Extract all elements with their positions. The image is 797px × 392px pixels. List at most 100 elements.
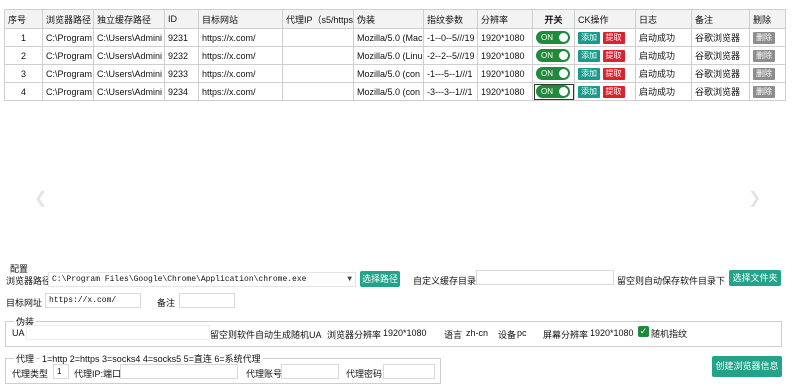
ua-input[interactable] (26, 325, 210, 340)
on-off-toggle[interactable]: ON (536, 85, 570, 98)
select-path-button[interactable]: 选择路径 (360, 271, 400, 287)
proxy-group-title: 代理 (14, 352, 37, 365)
col-header-ck[interactable]: CK操作 (574, 9, 636, 29)
cell-ua[interactable]: Mozilla/5.0 (con (353, 64, 424, 83)
chevron-left-icon[interactable]: ❮ (34, 188, 47, 208)
delete-button[interactable]: 删除 (753, 67, 775, 80)
cell-ua[interactable]: Mozilla/5.0 (Linu (353, 46, 424, 65)
cell-cache-path[interactable]: C:\Users\Admini (93, 46, 165, 65)
fetch-ck-button[interactable]: 提取 (602, 85, 625, 98)
cell-fingerprint[interactable]: -3---3--1///1 (423, 82, 478, 101)
proxy-account-label: 代理账号 (246, 369, 283, 379)
col-header-resolution[interactable]: 分辨率 (477, 9, 533, 29)
chevron-down-icon[interactable]: ▼ (347, 273, 352, 286)
toggle-label: ON (541, 87, 553, 96)
random-fp-checkbox[interactable]: ✓ (638, 326, 649, 337)
col-header-delete[interactable]: 删除 (749, 9, 786, 29)
toggle-label: ON (541, 69, 553, 78)
create-browser-button[interactable]: 创建浏览器信息 (712, 356, 782, 377)
add-ck-button[interactable]: 添加 (578, 85, 600, 98)
add-ck-button[interactable]: 添加 (578, 31, 600, 44)
cell-ua[interactable]: Mozilla/5.0 (con (353, 82, 424, 101)
col-header-browser-path[interactable]: 浏览器路径 (42, 9, 94, 29)
fetch-ck-button[interactable]: 提取 (602, 67, 625, 80)
screen-res-value[interactable]: 1920*1080 (590, 328, 634, 338)
select-folder-button[interactable]: 选择文件夹 (729, 270, 781, 286)
on-off-toggle[interactable]: ON (536, 67, 570, 80)
remark-input[interactable] (179, 293, 235, 308)
cell-resolution[interactable]: 1920*1080 (477, 64, 533, 83)
custom-cache-input[interactable] (476, 270, 614, 285)
cell-cache-path[interactable]: C:\Users\Admini (93, 64, 165, 83)
cell-target-site[interactable]: https://x.com/ (198, 28, 283, 47)
cell-remark[interactable]: 谷歌浏览器 (691, 46, 750, 65)
fetch-ck-button[interactable]: 提取 (602, 49, 625, 62)
cell-fingerprint[interactable]: -2--2--5///19 (423, 46, 478, 65)
proxy-ip-input[interactable] (120, 364, 238, 379)
cell-fingerprint[interactable]: -1--0--5///19 (423, 28, 478, 47)
cell-target-site[interactable]: https://x.com/ (198, 46, 283, 65)
cell-proxy[interactable] (282, 28, 354, 47)
delete-button[interactable]: 删除 (753, 49, 775, 62)
cell-browser-path[interactable]: C:\Program (42, 46, 94, 65)
col-header-id[interactable]: ID (164, 9, 199, 29)
delete-button[interactable]: 删除 (753, 31, 775, 44)
cell-id[interactable]: 9231 (164, 28, 199, 47)
cell-fingerprint[interactable]: -1---5--1///1 (423, 64, 478, 83)
screen-res-label: 屏幕分辨率 (543, 330, 589, 340)
col-header-no[interactable]: 序号 (4, 9, 43, 29)
fetch-ck-button[interactable]: 提取 (602, 31, 625, 44)
cell-remark[interactable]: 谷歌浏览器 (691, 64, 750, 83)
cell-id[interactable]: 9234 (164, 82, 199, 101)
table-row[interactable]: 4 C:\Program C:\Users\Admini 9234 https:… (4, 82, 786, 101)
cell-proxy[interactable] (282, 46, 354, 65)
cell-remark[interactable]: 谷歌浏览器 (691, 28, 750, 47)
cell-proxy[interactable] (282, 82, 354, 101)
col-header-switch[interactable]: 开关 (532, 9, 575, 29)
add-ck-button[interactable]: 添加 (578, 49, 600, 62)
cell-resolution[interactable]: 1920*1080 (477, 82, 533, 101)
cell-cache-path[interactable]: C:\Users\Admini (93, 82, 165, 101)
cell-target-site[interactable]: https://x.com/ (198, 64, 283, 83)
cell-delete: 删除 (749, 28, 786, 47)
cell-resolution[interactable]: 1920*1080 (477, 28, 533, 47)
cell-log: 启动成功 (635, 82, 692, 101)
table-row[interactable]: 3 C:\Program C:\Users\Admini 9233 https:… (4, 64, 786, 83)
table-row[interactable]: 2 C:\Program C:\Users\Admini 9232 https:… (4, 46, 786, 65)
cell-id[interactable]: 9233 (164, 64, 199, 83)
cell-browser-path[interactable]: C:\Program (42, 64, 94, 83)
cell-cache-path[interactable]: C:\Users\Admini (93, 28, 165, 47)
table-row[interactable]: 1 C:\Program C:\Users\Admini 9231 https:… (4, 28, 786, 47)
device-value[interactable]: pc (517, 328, 527, 338)
proxy-password-label: 代理密码 (346, 369, 383, 379)
cell-target-site[interactable]: https://x.com/ (198, 82, 283, 101)
cell-ua[interactable]: Mozilla/5.0 (Mac (353, 28, 424, 47)
on-off-toggle[interactable]: ON (536, 31, 570, 44)
browser-res-value[interactable]: 1920*1080 (383, 328, 427, 338)
col-header-fingerprint[interactable]: 指纹参数 (423, 9, 478, 29)
col-header-cache-path[interactable]: 独立缓存路径 (93, 9, 165, 29)
remark-label: 备注 (157, 298, 176, 308)
col-header-target-site[interactable]: 目标网站 (198, 9, 283, 29)
col-header-remark[interactable]: 备注 (691, 9, 750, 29)
add-ck-button[interactable]: 添加 (578, 67, 600, 80)
col-header-ua[interactable]: 伪装 (353, 9, 424, 29)
cell-resolution[interactable]: 1920*1080 (477, 46, 533, 65)
cell-proxy[interactable] (282, 64, 354, 83)
target-site-input[interactable]: https://x.com/ (45, 293, 141, 308)
browser-path-combo[interactable]: C:\Program Files\Google\Chrome\Applicati… (48, 272, 356, 287)
on-off-toggle[interactable]: ON (536, 49, 570, 62)
cell-remark[interactable]: 谷歌浏览器 (691, 82, 750, 101)
cell-browser-path[interactable]: C:\Program (42, 28, 94, 47)
cell-id[interactable]: 9232 (164, 46, 199, 65)
delete-button[interactable]: 删除 (753, 85, 775, 98)
chevron-right-icon[interactable]: ❯ (748, 188, 761, 208)
device-label: 设备 (498, 330, 517, 340)
col-header-proxy[interactable]: 代理IP（s5/https (282, 9, 354, 29)
proxy-account-input[interactable] (281, 364, 339, 379)
proxy-password-input[interactable] (383, 364, 435, 379)
cell-browser-path[interactable]: C:\Program (42, 82, 94, 101)
lang-value[interactable]: zh-cn (466, 328, 488, 338)
col-header-log[interactable]: 日志 (635, 9, 692, 29)
proxy-type-input[interactable]: 1 (53, 364, 69, 379)
